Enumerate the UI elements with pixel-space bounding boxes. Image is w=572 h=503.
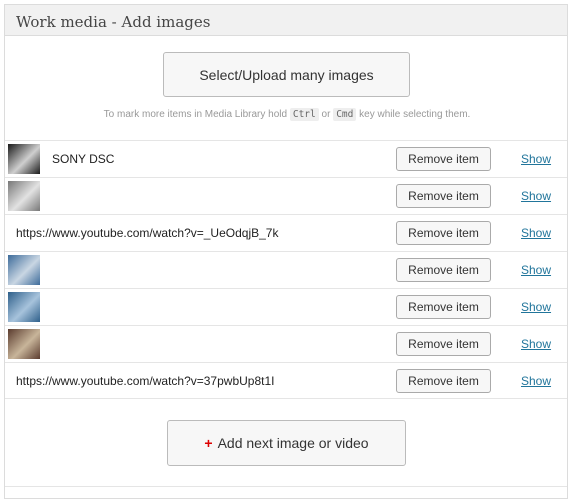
remove-item-button[interactable]: Remove item [396, 332, 491, 356]
remove-item-button[interactable]: Remove item [396, 184, 491, 208]
cmd-key-label: Cmd [333, 108, 357, 121]
media-item-row: Remove item Show [5, 288, 567, 325]
image-thumbnail [8, 292, 40, 322]
show-link[interactable]: Show [521, 337, 551, 351]
image-thumbnail [8, 255, 40, 285]
media-item-row: https://www.youtube.com/watch?v=_UeOdqjB… [5, 214, 567, 251]
panel-header: Work media - Add images [5, 5, 567, 36]
media-item-row: SONY DSC Remove item Show [5, 140, 567, 177]
media-item-row: https://www.youtube.com/watch?v=37pwbUp8… [5, 362, 567, 399]
show-link[interactable]: Show [521, 374, 551, 388]
show-link[interactable]: Show [521, 226, 551, 240]
show-link[interactable]: Show [521, 263, 551, 277]
image-caption: SONY DSC [52, 152, 115, 166]
divider [5, 486, 567, 487]
add-next-image-or-video-button[interactable]: + Add next image or video [167, 420, 406, 466]
video-url: https://www.youtube.com/watch?v=37pwbUp8… [16, 374, 275, 388]
plus-icon: + [204, 435, 213, 451]
show-link[interactable]: Show [521, 189, 551, 203]
remove-item-button[interactable]: Remove item [396, 369, 491, 393]
add-button-label: Add next image or video [217, 435, 369, 451]
hint-prefix: To mark more items in Media Library hold [103, 109, 288, 120]
select-upload-images-button[interactable]: Select/Upload many images [163, 52, 410, 97]
hint-suffix: key while selecting them. [359, 109, 471, 120]
ctrl-key-label: Ctrl [289, 108, 319, 121]
image-thumbnail [8, 181, 40, 211]
remove-item-button[interactable]: Remove item [396, 147, 491, 171]
work-media-panel: Work media - Add images Select/Upload ma… [4, 4, 568, 499]
video-url: https://www.youtube.com/watch?v=_UeOdqjB… [16, 226, 279, 240]
show-link[interactable]: Show [521, 152, 551, 166]
remove-item-button[interactable]: Remove item [396, 295, 491, 319]
hint-or: or [321, 109, 331, 120]
panel-title: Work media - Add images [16, 13, 211, 31]
media-item-row: Remove item Show [5, 251, 567, 288]
media-item-list: SONY DSC Remove item Show Remove item Show ht… [5, 140, 567, 399]
media-item-row: Remove item Show [5, 325, 567, 362]
remove-item-button[interactable]: Remove item [396, 221, 491, 245]
remove-item-button[interactable]: Remove item [396, 258, 491, 282]
image-thumbnail [8, 329, 40, 359]
multi-select-hint: To mark more items in Media Library hold… [5, 108, 569, 121]
media-item-row: Remove item Show [5, 177, 567, 214]
show-link[interactable]: Show [521, 300, 551, 314]
image-thumbnail [8, 144, 40, 174]
